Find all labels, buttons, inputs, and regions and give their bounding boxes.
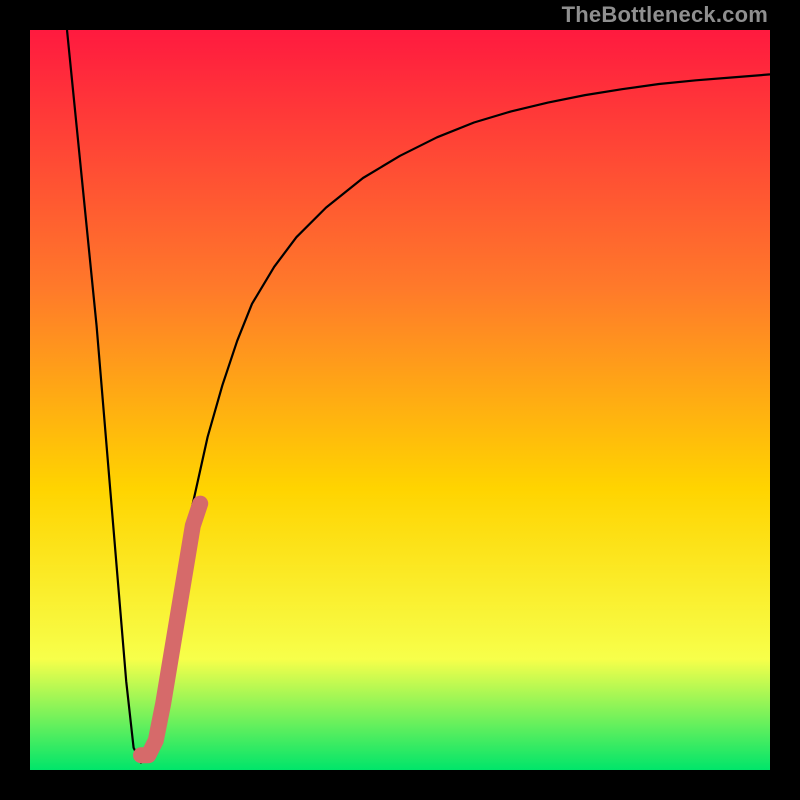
chart-svg <box>30 30 770 770</box>
watermark-text: TheBottleneck.com <box>562 2 768 28</box>
gradient-background <box>30 30 770 770</box>
chart-frame: TheBottleneck.com <box>0 0 800 800</box>
chart-plot-area <box>30 30 770 770</box>
